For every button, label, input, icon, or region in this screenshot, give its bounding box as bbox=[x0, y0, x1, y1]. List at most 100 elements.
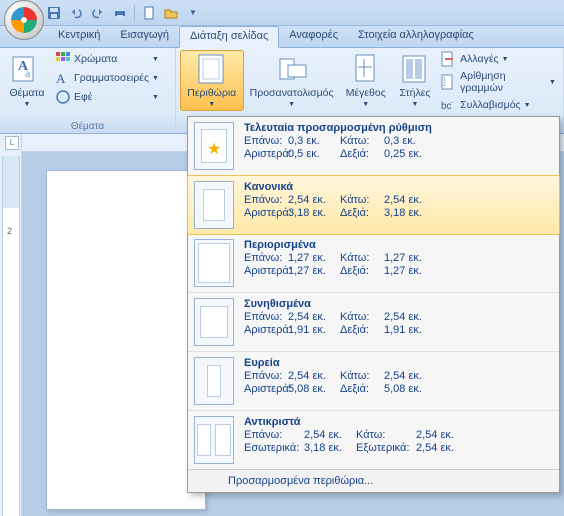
label: Κάτω: bbox=[340, 370, 384, 382]
theme-colors-button[interactable]: Χρώματα ▼ bbox=[52, 50, 162, 68]
page-setup-columns-button[interactable]: Στήλες ▼ bbox=[394, 50, 436, 111]
qat-new-icon[interactable] bbox=[141, 5, 157, 21]
label: Αριστερά: bbox=[244, 148, 288, 160]
margins-option-title: Τελευταία προσαρμοσμένη ρύθμιση bbox=[244, 122, 553, 134]
margins-option-title: Κανονικά bbox=[244, 181, 553, 193]
hyphenation-icon: bc- bbox=[441, 97, 457, 113]
page-setup-breaks-button[interactable]: Αλλαγές ▼ bbox=[438, 50, 559, 68]
qat-undo-icon[interactable] bbox=[68, 5, 84, 21]
margins-option-4[interactable]: ΕυρείαΕπάνω:2,54 εκ.Κάτω:2,54 εκ.Αριστερ… bbox=[188, 352, 559, 411]
value: 2,54 εκ. bbox=[416, 429, 468, 441]
margins-option-0[interactable]: ★Τελευταία προσαρμοσμένη ρύθμισηΕπάνω:0,… bbox=[188, 117, 559, 176]
custom-margins-menu-item[interactable]: Προσαρμοσμένα περιθώρια... bbox=[188, 469, 559, 492]
theme-effects-button[interactable]: Εφέ ▼ bbox=[52, 88, 162, 106]
qat-separator bbox=[134, 5, 135, 21]
margins-option-title: Ευρεία bbox=[244, 357, 553, 369]
page-setup-hyphenation-button[interactable]: bc- Συλλαβισμός ▼ bbox=[438, 96, 559, 114]
svg-text:2: 2 bbox=[443, 82, 446, 88]
colors-icon bbox=[55, 51, 71, 67]
label: Δεξιά: bbox=[340, 383, 384, 395]
svg-text:-: - bbox=[451, 100, 453, 106]
size-icon bbox=[350, 53, 382, 85]
label: Επάνω: bbox=[244, 370, 288, 382]
theme-fonts-button[interactable]: A Γραμματοσειρές ▼ bbox=[52, 69, 162, 87]
value: 5,08 εκ. bbox=[384, 383, 436, 395]
tab-references[interactable]: Αναφορές bbox=[279, 26, 348, 47]
margins-option-title: Συνηθισμένα bbox=[244, 298, 553, 310]
label: Αριστερά: bbox=[244, 324, 288, 336]
theme-effects-label: Εφέ bbox=[74, 91, 93, 103]
line-numbers-label: Αρίθμηση γραμμών bbox=[460, 70, 546, 94]
theme-fonts-label: Γραμματοσειρές bbox=[74, 72, 149, 84]
margins-option-2[interactable]: ΠεριορισμέναΕπάνω:1,27 εκ.Κάτω:1,27 εκ.Α… bbox=[188, 234, 559, 293]
margins-option-title: Περιορισμένα bbox=[244, 239, 553, 251]
margins-option-title: Αντικριστά bbox=[244, 416, 553, 428]
page-setup-margins-button[interactable]: Περιθώρια ▼ bbox=[180, 50, 244, 111]
tab-selector[interactable]: L bbox=[5, 136, 19, 150]
qat-print-icon[interactable] bbox=[112, 5, 128, 21]
chevron-down-icon: ▼ bbox=[362, 101, 369, 108]
svg-text:A: A bbox=[56, 71, 66, 86]
label: Αριστερά: bbox=[244, 383, 288, 395]
margins-label: Περιθώρια bbox=[187, 87, 236, 99]
label: Δεξιά: bbox=[340, 207, 384, 219]
label: Κάτω: bbox=[356, 429, 416, 441]
label: Κάτω: bbox=[340, 194, 384, 206]
tab-insert[interactable]: Εισαγωγή bbox=[110, 26, 179, 47]
chevron-down-icon: ▼ bbox=[549, 79, 556, 86]
page-setup-line-numbers-button[interactable]: 12 Αρίθμηση γραμμών ▼ bbox=[438, 69, 559, 95]
margins-option-3[interactable]: ΣυνηθισμέναΕπάνω:2,54 εκ.Κάτω:2,54 εκ.Αρ… bbox=[188, 293, 559, 352]
left-gutter: L 2 bbox=[0, 134, 22, 516]
chevron-down-icon: ▼ bbox=[524, 102, 531, 109]
breaks-label: Αλλαγές bbox=[460, 53, 498, 65]
margins-option-5[interactable]: ΑντικριστάΕπάνω:2,54 εκ.Κάτω:2,54 εκ.Εσω… bbox=[188, 411, 559, 469]
columns-icon bbox=[399, 53, 431, 85]
value: 0,25 εκ. bbox=[384, 148, 436, 160]
page-setup-size-button[interactable]: Μέγεθος ▼ bbox=[340, 50, 392, 111]
value: 2,54 εκ. bbox=[288, 370, 340, 382]
breaks-icon bbox=[441, 51, 457, 67]
value: 1,27 εκ. bbox=[288, 252, 340, 264]
chevron-down-icon: ▼ bbox=[152, 94, 159, 101]
qat-open-icon[interactable] bbox=[163, 5, 179, 21]
label: Κάτω: bbox=[340, 252, 384, 264]
themes-button[interactable]: Aa Θέματα ▼ bbox=[4, 50, 50, 111]
group-themes: Aa Θέματα ▼ Χρώματα ▼ A Γραμματοσει bbox=[0, 48, 176, 133]
fonts-icon: A bbox=[55, 70, 71, 86]
chevron-down-icon: ▼ bbox=[24, 101, 31, 108]
themes-icon: Aa bbox=[11, 53, 43, 85]
chevron-down-icon: ▼ bbox=[411, 101, 418, 108]
ribbon-tab-bar: Κεντρική Εισαγωγή Διάταξη σελίδας Αναφορ… bbox=[0, 26, 564, 48]
chevron-down-icon: ▼ bbox=[208, 101, 215, 108]
value: 2,54 εκ. bbox=[384, 194, 436, 206]
title-bar: ▼ bbox=[0, 0, 564, 26]
qat-save-icon[interactable] bbox=[46, 5, 62, 21]
orientation-label: Προσανατολισμός bbox=[250, 87, 334, 99]
value: 1,27 εκ. bbox=[384, 252, 436, 264]
effects-icon bbox=[55, 89, 71, 105]
value: 0,3 εκ. bbox=[288, 135, 340, 147]
tab-mailings[interactable]: Στοιχεία αλληλογραφίας bbox=[348, 26, 484, 47]
label: Δεξιά: bbox=[340, 324, 384, 336]
margins-thumb-icon bbox=[194, 298, 234, 346]
value: 3,18 εκ. bbox=[288, 207, 340, 219]
page bbox=[46, 170, 206, 510]
label: Εσωτερικά: bbox=[244, 442, 304, 454]
office-button[interactable] bbox=[4, 0, 44, 40]
value: 0,3 εκ. bbox=[384, 135, 436, 147]
themes-label: Θέματα bbox=[9, 87, 44, 99]
group-themes-label: Θέματα bbox=[4, 121, 171, 133]
vertical-ruler[interactable]: 2 bbox=[2, 156, 20, 516]
margins-option-1[interactable]: ΚανονικάΕπάνω:2,54 εκ.Κάτω:2,54 εκ.Αριστ… bbox=[187, 175, 560, 235]
qat-customize-dropdown[interactable]: ▼ bbox=[185, 5, 201, 21]
tab-page-layout[interactable]: Διάταξη σελίδας bbox=[179, 26, 279, 48]
qat-redo-icon[interactable] bbox=[90, 5, 106, 21]
margins-dropdown-menu: ★Τελευταία προσαρμοσμένη ρύθμισηΕπάνω:0,… bbox=[187, 116, 560, 493]
page-setup-orientation-button[interactable]: Προσανατολισμός ▼ bbox=[246, 50, 338, 111]
tab-home[interactable]: Κεντρική bbox=[48, 26, 110, 47]
margins-icon bbox=[196, 53, 228, 85]
value: 2,54 εκ. bbox=[416, 442, 468, 454]
chevron-down-icon: ▼ bbox=[502, 56, 509, 63]
label: Κάτω: bbox=[340, 311, 384, 323]
size-label: Μέγεθος bbox=[346, 87, 386, 99]
